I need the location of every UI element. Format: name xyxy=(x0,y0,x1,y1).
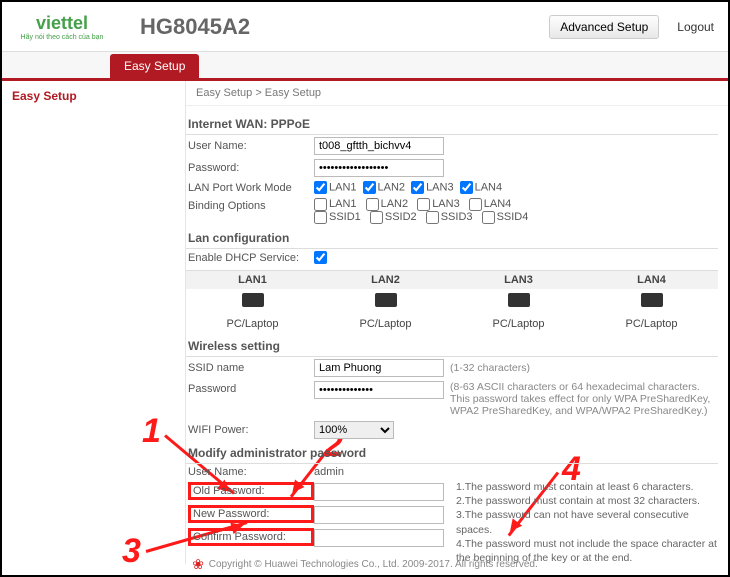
bind-lan3-check[interactable] xyxy=(417,198,430,211)
rule-2: 2.The password must contain at most 32 c… xyxy=(456,494,718,508)
bind-lan1-check[interactable] xyxy=(314,198,327,211)
lanport-lan3-check[interactable] xyxy=(411,181,424,194)
new-pass-input[interactable] xyxy=(314,506,444,524)
breadcrumb: Easy Setup > Easy Setup xyxy=(186,81,728,106)
bind-ssid3-check[interactable] xyxy=(426,211,439,224)
bind-ssid4-check[interactable] xyxy=(482,211,495,224)
bind-lan2-check[interactable] xyxy=(366,198,379,211)
ssid-note: (1-32 characters) xyxy=(450,362,530,374)
lanport-lan2-label: LAN2 xyxy=(378,181,406,193)
lanport-lan1-label: LAN1 xyxy=(329,181,357,193)
bind-ssid3-label: SSID3 xyxy=(441,211,473,223)
device-model: HG8045A2 xyxy=(140,14,250,40)
password-rules: 1.The password must contain at least 6 c… xyxy=(456,480,718,564)
advanced-setup-button[interactable]: Advanced Setup xyxy=(549,15,659,39)
bind-ssid1-label: SSID1 xyxy=(329,211,361,223)
bind-lan3-label: LAN3 xyxy=(432,198,460,210)
binding-options-label: Binding Options xyxy=(188,198,314,212)
footer: ❀ Copyright © Huawei Technologies Co., L… xyxy=(2,556,728,573)
section-wifi-title: Wireless setting xyxy=(186,336,718,357)
bind-ssid2-label: SSID2 xyxy=(385,211,417,223)
wan-pass-label: Password: xyxy=(188,162,314,174)
lan-col-3: LAN3 xyxy=(452,271,585,289)
lan-col-4: LAN4 xyxy=(585,271,718,289)
lanport-lan3-label: LAN3 xyxy=(426,181,454,193)
main-panel: Easy Setup > Easy Setup Internet WAN: PP… xyxy=(186,81,728,564)
ethernet-port-icon xyxy=(242,293,264,307)
wifi-pass-label: Password xyxy=(188,381,314,395)
wifi-power-label: WIFI Power: xyxy=(188,424,314,436)
bind-lan2-label: LAN2 xyxy=(381,198,409,210)
bind-ssid1-check[interactable] xyxy=(314,211,327,224)
dhcp-check[interactable] xyxy=(314,251,327,264)
dhcp-label: Enable DHCP Service: xyxy=(188,252,314,264)
lanport-lan4-label: LAN4 xyxy=(475,181,503,193)
confirm-pass-input[interactable] xyxy=(314,529,444,547)
lanport-lan2-check[interactable] xyxy=(363,181,376,194)
old-pass-input[interactable] xyxy=(314,483,444,501)
lan-col-2: LAN2 xyxy=(319,271,452,289)
ethernet-port-icon xyxy=(641,293,663,307)
logout-link[interactable]: Logout xyxy=(677,20,714,34)
lan4-device: PC/Laptop xyxy=(585,314,718,334)
marker-1: 1 xyxy=(142,412,161,451)
lan3-device: PC/Laptop xyxy=(452,314,585,334)
ssid-input[interactable] xyxy=(314,359,444,377)
tab-easy-setup[interactable]: Easy Setup xyxy=(110,54,199,78)
bind-lan1-label: LAN1 xyxy=(329,198,357,210)
wifi-pass-input[interactable] xyxy=(314,381,444,399)
admin-user-label: User Name: xyxy=(188,466,314,478)
brand-logo: viettel Hãy nói theo cách của bạn xyxy=(12,13,112,41)
sidebar: Easy Setup xyxy=(2,81,186,564)
copyright-text: Copyright © Huawei Technologies Co., Ltd… xyxy=(209,559,538,570)
section-wan-title: Internet WAN: PPPoE xyxy=(186,114,718,135)
lan1-device: PC/Laptop xyxy=(186,314,319,334)
ethernet-port-icon xyxy=(508,293,530,307)
wan-pass-input[interactable] xyxy=(314,159,444,177)
lan-table: LAN1 LAN2 LAN3 LAN4 PC/Laptop PC/Laptop … xyxy=(186,270,718,334)
tabbar: Easy Setup xyxy=(2,52,728,81)
sidebar-easy-setup[interactable]: Easy Setup xyxy=(12,89,175,103)
wan-user-input[interactable] xyxy=(314,137,444,155)
header: viettel Hãy nói theo cách của bạn HG8045… xyxy=(2,2,728,52)
new-pass-label: New Password: xyxy=(188,505,314,523)
wifi-pass-note: (8-63 ASCII characters or 64 hexadecimal… xyxy=(450,381,718,417)
admin-user-value: admin xyxy=(314,466,344,478)
bind-ssid4-label: SSID4 xyxy=(497,211,529,223)
huawei-logo-icon: ❀ xyxy=(192,556,204,572)
brand-text: viettel xyxy=(36,13,88,34)
lan2-device: PC/Laptop xyxy=(319,314,452,334)
confirm-pass-label: Confirm Password: xyxy=(188,528,314,546)
ssid-label: SSID name xyxy=(188,362,314,374)
section-admin-title: Modify administrator password xyxy=(186,443,718,464)
wan-user-label: User Name: xyxy=(188,140,314,152)
lanport-lan1-check[interactable] xyxy=(314,181,327,194)
lan-col-1: LAN1 xyxy=(186,271,319,289)
section-lan-title: Lan configuration xyxy=(186,228,718,249)
rule-3: 3.The password can not have several cons… xyxy=(456,508,718,536)
bind-lan4-label: LAN4 xyxy=(484,198,512,210)
bind-lan4-check[interactable] xyxy=(469,198,482,211)
lanport-lan4-check[interactable] xyxy=(460,181,473,194)
lan-port-mode-label: LAN Port Work Mode xyxy=(188,182,314,194)
rule-1: 1.The password must contain at least 6 c… xyxy=(456,480,718,494)
wifi-power-select[interactable]: 100% xyxy=(314,421,394,439)
bind-ssid2-check[interactable] xyxy=(370,211,383,224)
old-pass-label: Old Password: xyxy=(188,482,314,500)
ethernet-port-icon xyxy=(375,293,397,307)
brand-tagline: Hãy nói theo cách của bạn xyxy=(21,34,104,41)
